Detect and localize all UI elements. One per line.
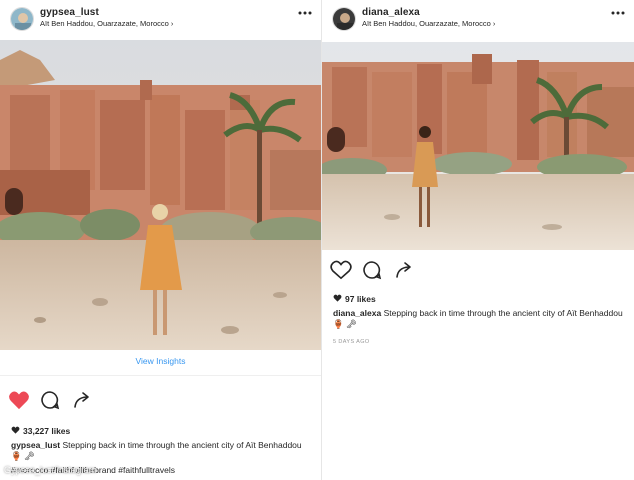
heart-outline-icon[interactable]	[330, 260, 352, 280]
post-header: gypsea_lust Aït Ben Haddou, Ouarzazate, …	[0, 0, 321, 40]
location[interactable]: Aït Ben Haddou, Ouarzazate, Morocco ›	[362, 19, 495, 28]
likes-text: 97 likes	[345, 294, 376, 304]
more-icon[interactable]	[610, 8, 626, 18]
username[interactable]: diana_alexa	[362, 7, 420, 18]
caption: diana_alexa Stepping back in time throug…	[333, 308, 623, 330]
more-icon[interactable]	[297, 8, 313, 18]
caption: gypsea_lust Stepping back in time throug…	[11, 440, 311, 462]
location[interactable]: Aït Ben Haddou, Ouarzazate, Morocco ›	[40, 19, 173, 28]
share-icon[interactable]	[394, 260, 414, 280]
view-insights-link[interactable]: View Insights	[0, 356, 321, 376]
location-text: Aït Ben Haddou, Ouarzazate, Morocco	[362, 19, 491, 28]
comment-icon[interactable]	[362, 260, 382, 280]
caption-username[interactable]: gypsea_lust	[11, 440, 60, 450]
likes-count[interactable]: 33,227 likes	[11, 426, 70, 436]
time-ago: 5 DAYS AGO	[333, 339, 370, 345]
caption-text: Stepping back in time through the ancien…	[62, 440, 302, 450]
location-text: Aït Ben Haddou, Ouarzazate, Morocco	[40, 19, 169, 28]
caption-text: Stepping back in time through the ancien…	[383, 308, 623, 318]
likes-count[interactable]: 97 likes	[333, 294, 376, 304]
likes-text: 33,227 likes	[23, 426, 71, 436]
caption-emoji: 🏺 🗝	[333, 319, 357, 329]
heart-small-icon	[11, 426, 20, 434]
heart-filled-icon[interactable]	[8, 390, 30, 410]
caption-emoji: 🏺 🗝	[11, 451, 35, 461]
post-left: gypsea_lust Aït Ben Haddou, Ouarzazate, …	[0, 0, 322, 480]
action-bar	[0, 386, 321, 414]
post-photo[interactable]	[0, 40, 321, 350]
post-photo[interactable]	[322, 42, 634, 250]
action-bar	[322, 256, 634, 284]
username[interactable]: gypsea_lust	[40, 7, 99, 18]
watermark: Gypsea_lust/Instagram	[4, 465, 97, 475]
post-right: diana_alexa Aït Ben Haddou, Ouarzazate, …	[322, 0, 634, 360]
avatar[interactable]	[10, 7, 34, 31]
post-header: diana_alexa Aït Ben Haddou, Ouarzazate, …	[322, 0, 634, 40]
comment-icon[interactable]	[40, 390, 60, 410]
caption-username[interactable]: diana_alexa	[333, 308, 381, 318]
heart-small-icon	[333, 294, 342, 302]
avatar[interactable]	[332, 7, 356, 31]
share-icon[interactable]	[72, 390, 92, 410]
